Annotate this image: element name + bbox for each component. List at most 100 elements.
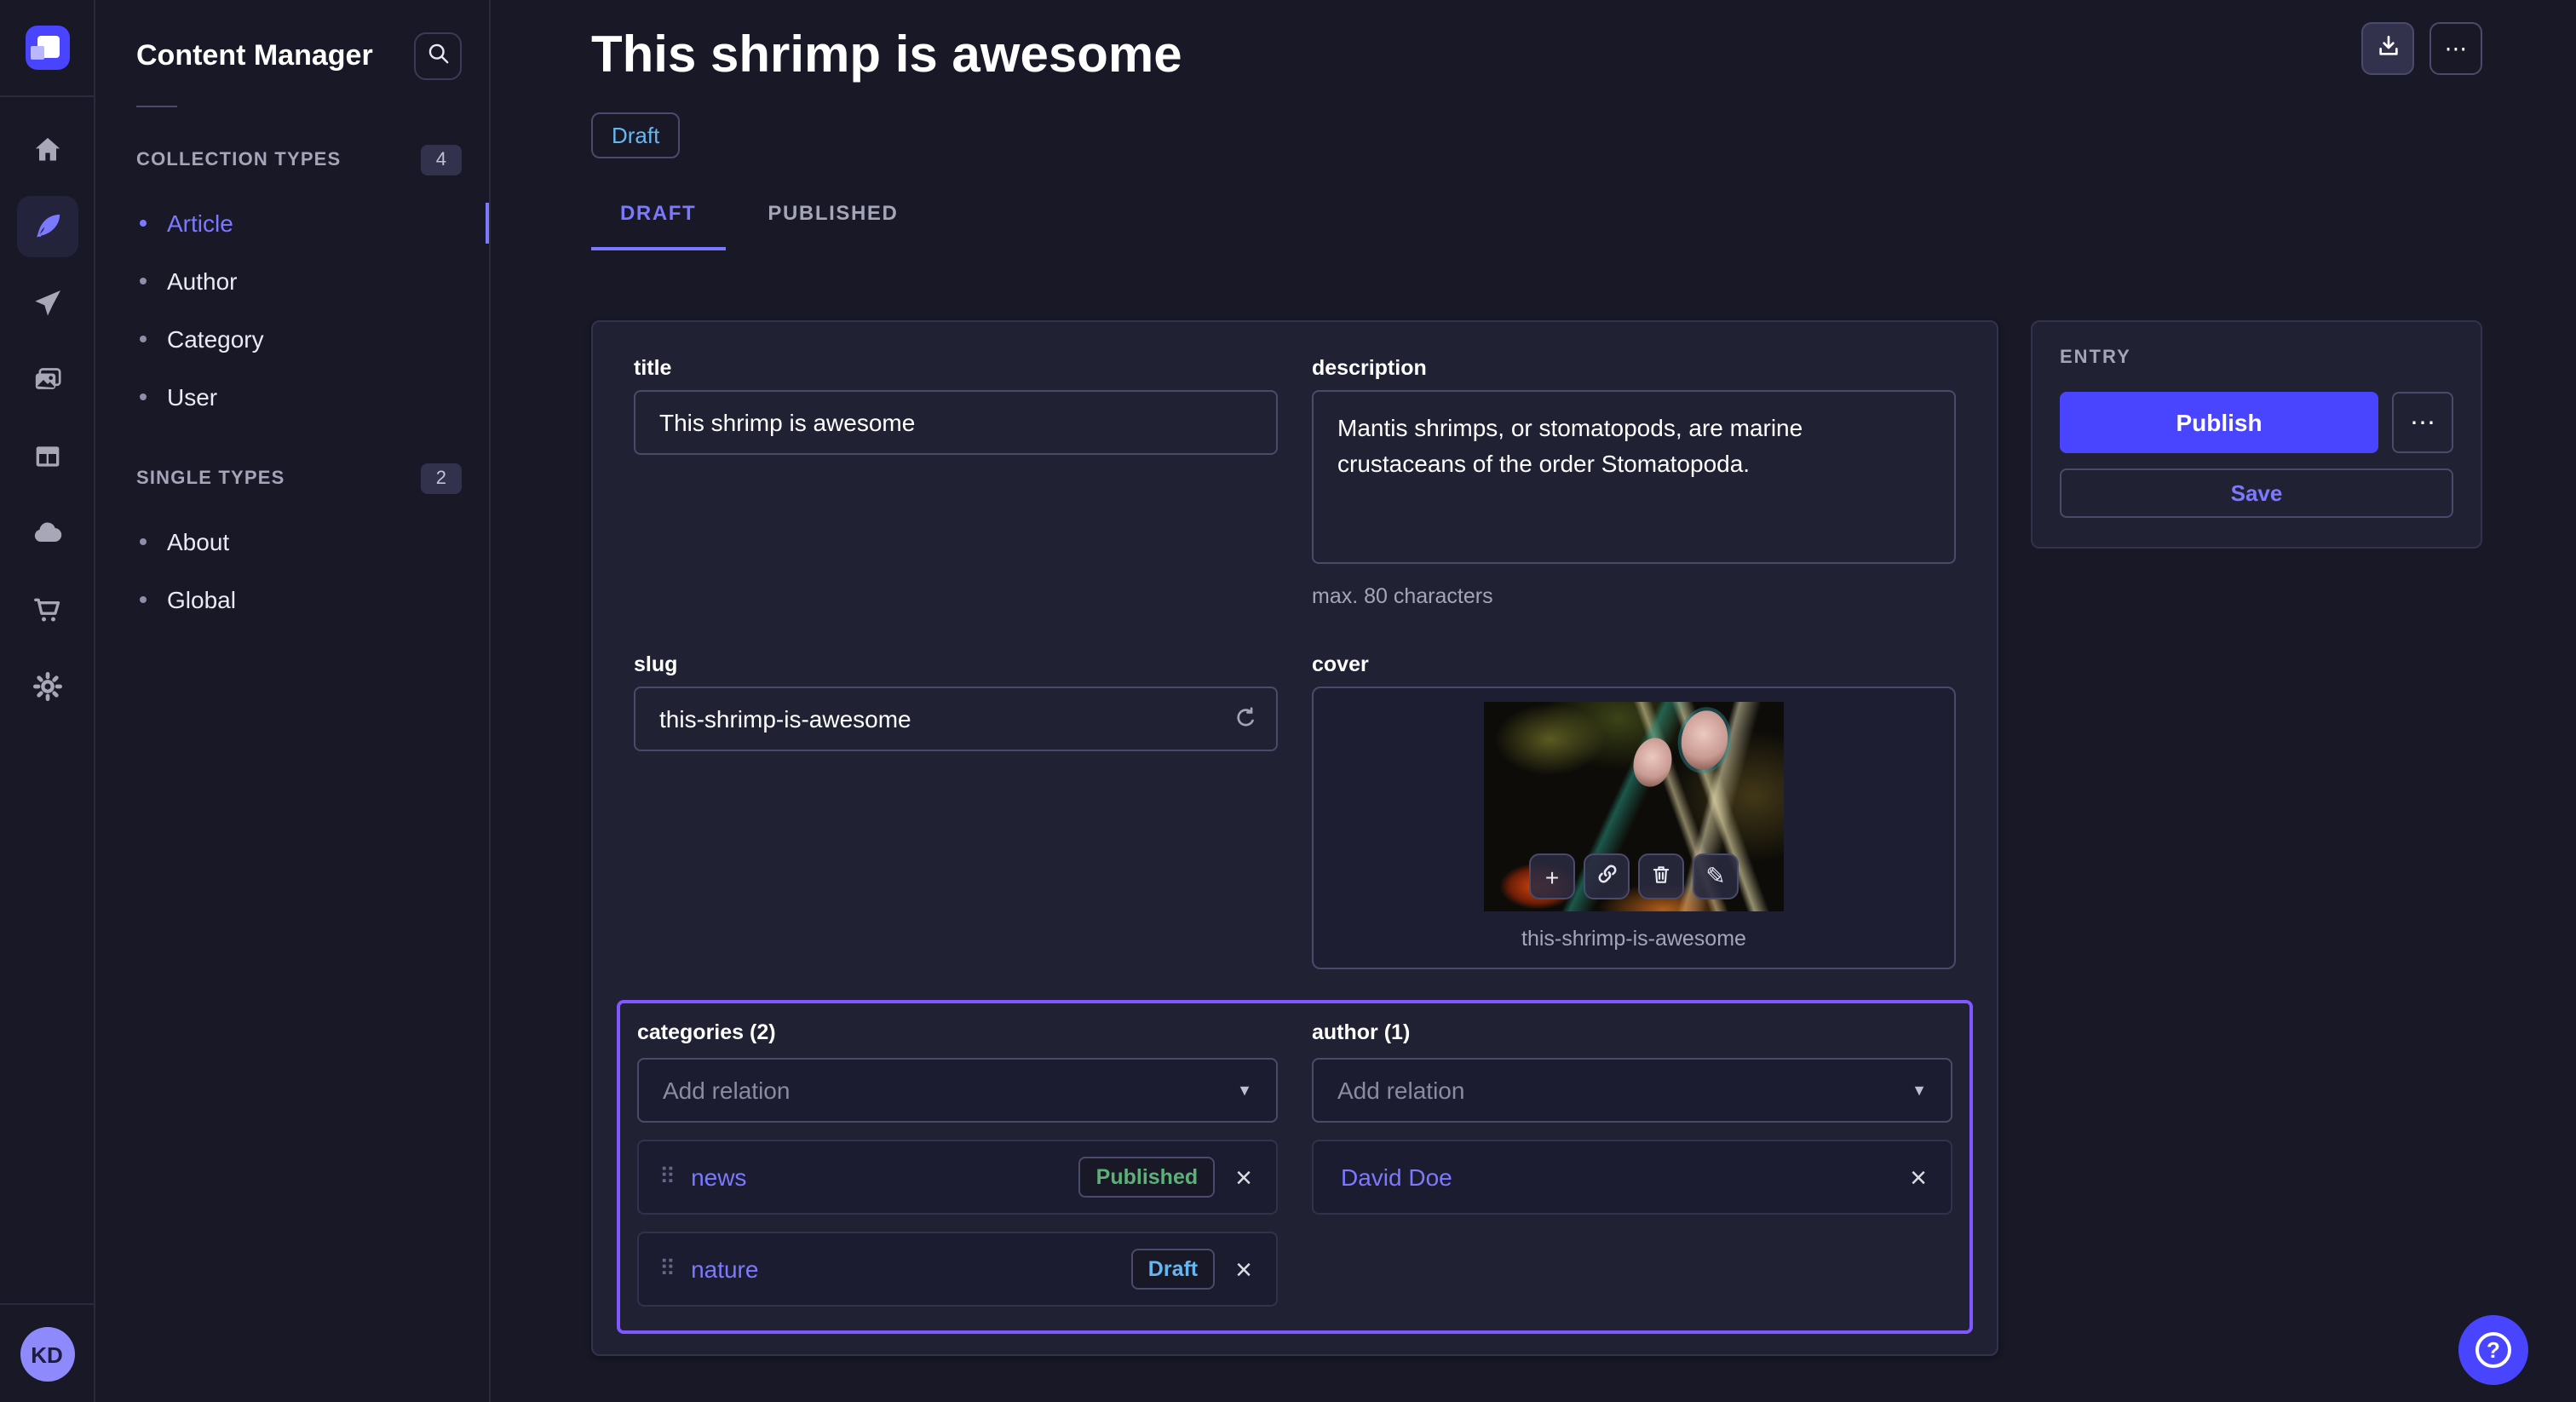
more-icon: ⋯ xyxy=(2445,35,2468,62)
subnav: Content Manager COLLECTION TYPES 4 Artic… xyxy=(95,0,491,1402)
rail-item-deploy[interactable] xyxy=(16,503,78,564)
rail-item-content-manager[interactable] xyxy=(16,196,78,257)
relation-link-nature[interactable]: nature xyxy=(691,1255,758,1283)
save-button[interactable]: Save xyxy=(2060,468,2453,518)
field-categories: categories (2) Add relation ▼ ⠿ news Pub… xyxy=(637,1017,1278,1307)
help-button[interactable]: ? xyxy=(2458,1315,2528,1385)
description-input[interactable]: Mantis shrimps, or stomatopods, are mari… xyxy=(1312,390,1956,564)
bullet-icon xyxy=(140,538,147,545)
author-label: author (1) xyxy=(1312,1020,1952,1044)
cloud-icon xyxy=(30,516,64,550)
bullet-icon xyxy=(140,336,147,342)
bullet-icon xyxy=(140,278,147,284)
author-relation-combobox[interactable]: Add relation ▼ xyxy=(1312,1058,1952,1123)
field-cover: cover + ✎ xyxy=(1312,652,1956,969)
sidebar-item-about[interactable]: About xyxy=(95,513,489,571)
relation-row-david-doe: David Doe × xyxy=(1312,1140,1952,1215)
relation-status-badge: Draft xyxy=(1131,1249,1215,1290)
section-collection-types: COLLECTION TYPES 4 Article Author Catego… xyxy=(95,145,489,426)
regenerate-slug-icon[interactable] xyxy=(1232,705,1259,733)
sidebar-item-author[interactable]: Author xyxy=(95,252,489,310)
relation-row-news: ⠿ news Published × xyxy=(637,1140,1278,1215)
copy-link-button[interactable] xyxy=(1584,853,1630,899)
edit-asset-button[interactable]: ✎ xyxy=(1693,853,1739,899)
subnav-title: Content Manager xyxy=(136,39,373,73)
bullet-icon xyxy=(140,596,147,603)
rail-item-marketplace[interactable] xyxy=(16,579,78,641)
delete-asset-button[interactable] xyxy=(1638,853,1684,899)
tab-published[interactable]: PUBLISHED xyxy=(739,201,927,250)
entry-panel: ENTRY Publish ⋯ Save xyxy=(2031,320,2482,549)
chevron-down-icon: ▼ xyxy=(1237,1082,1252,1099)
categories-relation-combobox[interactable]: Add relation ▼ xyxy=(637,1058,1278,1123)
chevron-down-icon: ▼ xyxy=(1912,1082,1927,1099)
sidebar-item-global[interactable]: Global xyxy=(95,571,489,629)
sidebar-item-user[interactable]: User xyxy=(95,368,489,426)
bullet-icon xyxy=(140,220,147,227)
section-count-badge: 2 xyxy=(421,463,462,494)
rail-item-home[interactable] xyxy=(16,119,78,181)
sidebar-item-label: Author xyxy=(167,267,238,295)
send-icon xyxy=(30,286,64,320)
link-icon xyxy=(1595,862,1619,891)
rail-item-settings[interactable] xyxy=(16,656,78,717)
plus-icon: + xyxy=(1545,863,1559,890)
sidebar-item-label: Article xyxy=(167,210,233,237)
remove-relation-button[interactable]: × xyxy=(1906,1163,1930,1192)
home-icon xyxy=(30,133,64,167)
rail-item-media-library[interactable] xyxy=(16,349,78,411)
section-label: SINGLE TYPES xyxy=(136,468,285,489)
main-area: ⋯ This shrimp is awesome Draft DRAFT PUB… xyxy=(491,0,2576,1402)
add-asset-button[interactable]: + xyxy=(1529,853,1575,899)
cover-actions: + ✎ xyxy=(1529,853,1739,899)
search-button[interactable] xyxy=(414,32,462,80)
relation-link-david-doe[interactable]: David Doe xyxy=(1341,1164,1452,1191)
sidebar-item-label: Category xyxy=(167,325,264,353)
categories-label: categories (2) xyxy=(637,1020,1278,1044)
relation-link-news[interactable]: news xyxy=(691,1164,746,1191)
shrimp-eye xyxy=(1629,733,1677,790)
rail-item-content-type-builder[interactable] xyxy=(16,426,78,487)
slug-input[interactable] xyxy=(634,687,1278,751)
avatar[interactable]: KD xyxy=(20,1327,74,1382)
cover-filename: this-shrimp-is-awesome xyxy=(1314,927,1954,951)
section-count-badge: 4 xyxy=(421,145,462,175)
title-label: title xyxy=(634,356,1278,380)
entry-more-button[interactable]: ⋯ xyxy=(2392,392,2453,453)
rail-item-releases[interactable] xyxy=(16,273,78,334)
download-icon xyxy=(2374,32,2401,65)
drag-handle-icon[interactable]: ⠿ xyxy=(659,1164,674,1191)
app-root: KD Content Manager COLLECTION TYPES 4 Ar… xyxy=(0,0,2576,1402)
sidebar-item-label: User xyxy=(167,383,217,411)
header-more-button[interactable]: ⋯ xyxy=(2429,22,2482,75)
slug-label: slug xyxy=(634,652,1278,676)
nav-rail: KD xyxy=(0,0,95,1402)
media-icon xyxy=(30,363,64,397)
status-badge: Draft xyxy=(591,112,680,158)
cover-image: + ✎ xyxy=(1484,702,1784,911)
remove-relation-button[interactable]: × xyxy=(1232,1163,1256,1192)
publish-button[interactable]: Publish xyxy=(2060,392,2378,453)
relation-row-nature: ⠿ nature Draft × xyxy=(637,1232,1278,1307)
pencil-icon: ✎ xyxy=(1705,862,1725,891)
gear-icon xyxy=(30,669,64,704)
logo-shape-accent xyxy=(30,46,43,60)
field-slug: slug xyxy=(634,652,1278,969)
relations-section-highlight: categories (2) Add relation ▼ ⠿ news Pub… xyxy=(617,1000,1973,1334)
title-input[interactable] xyxy=(634,390,1278,455)
page-title: This shrimp is awesome xyxy=(591,22,2482,90)
single-types-list: About Global xyxy=(95,513,489,629)
field-author: author (1) Add relation ▼ David Doe × xyxy=(1312,1017,1952,1307)
sidebar-item-category[interactable]: Category xyxy=(95,310,489,368)
relation-status-badge: Published xyxy=(1079,1157,1215,1198)
cover-card: + ✎ this-shrimp-is-awesome xyxy=(1312,687,1956,969)
tab-draft[interactable]: DRAFT xyxy=(591,201,725,250)
help-icon: ? xyxy=(2475,1332,2511,1368)
feather-icon xyxy=(30,210,64,244)
drag-handle-icon[interactable]: ⠿ xyxy=(659,1255,674,1283)
field-title: title xyxy=(634,356,1278,608)
export-button[interactable] xyxy=(2361,22,2414,75)
sidebar-item-article[interactable]: Article xyxy=(95,194,489,252)
strapi-logo[interactable] xyxy=(25,26,69,70)
remove-relation-button[interactable]: × xyxy=(1232,1255,1256,1284)
